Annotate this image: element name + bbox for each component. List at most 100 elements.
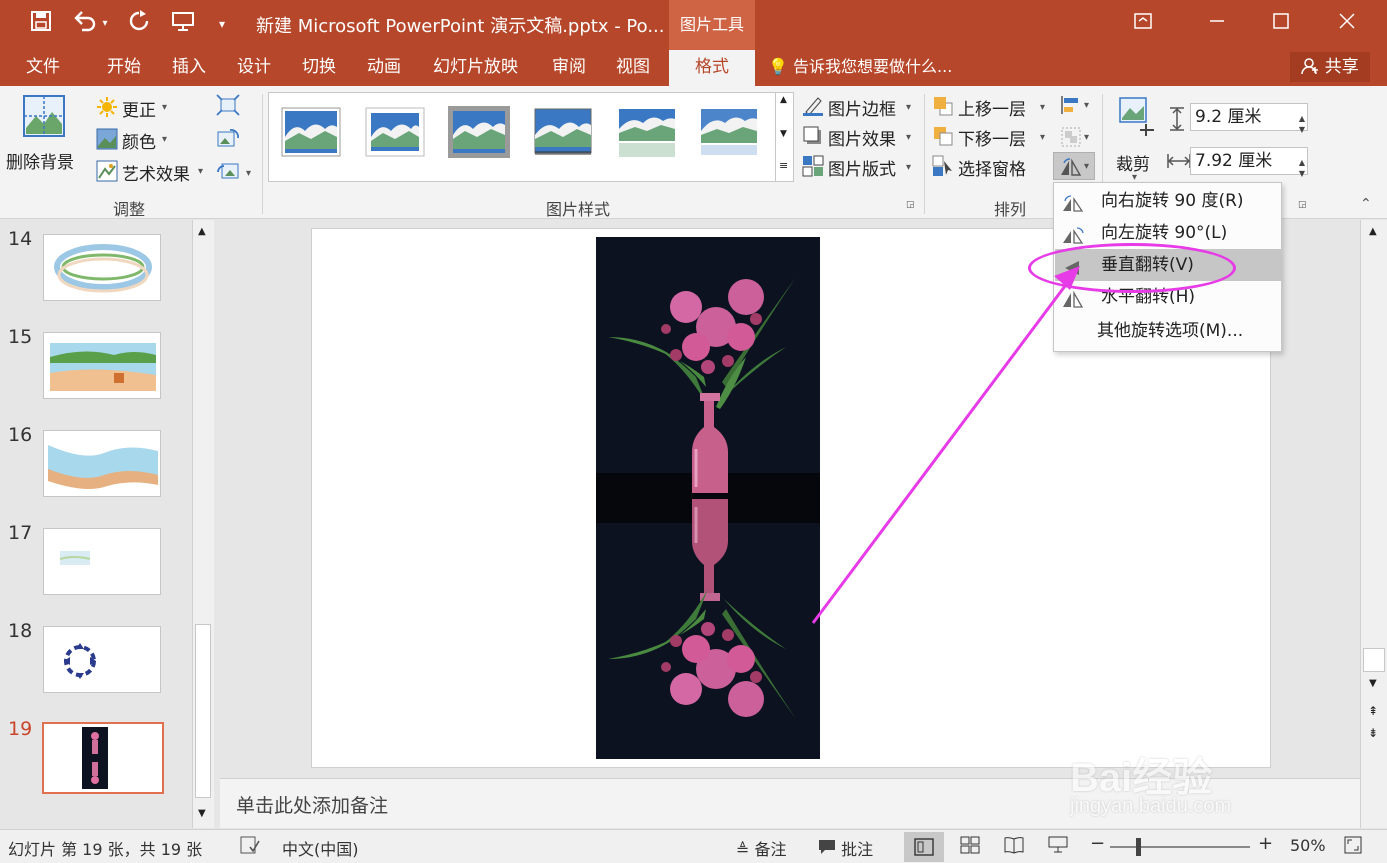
menu-more-rotation[interactable]: 其他旋转选项(M)... (1055, 315, 1281, 347)
previous-slide-icon[interactable]: ⇞ (1368, 704, 1378, 718)
style-thumb[interactable] (447, 105, 510, 158)
chevron-down-icon: ▾ (906, 132, 912, 143)
scroll-thumb[interactable] (195, 624, 211, 798)
tab-slideshow[interactable]: 幻灯片放映 (433, 50, 518, 86)
editor-scrollbar[interactable]: ▲ ▼ ⇞ ⇟ (1360, 220, 1387, 828)
remove-background-button[interactable]: 删除背景 (4, 92, 84, 173)
zoom-slider-handle[interactable] (1136, 838, 1141, 856)
slide-thumbnail[interactable] (43, 430, 161, 497)
align-icon[interactable] (1060, 94, 1082, 114)
send-backward-button[interactable]: 下移一层 ▾ (930, 124, 1054, 150)
color-button[interactable]: 颜色 ▾ (94, 126, 184, 153)
customize-qat-icon[interactable]: ▾ (214, 10, 230, 38)
dialog-launcher-icon[interactable]: ◲ (906, 200, 915, 210)
zoom-slider[interactable] (1110, 846, 1250, 848)
gallery-down-icon[interactable]: ▼ (780, 129, 787, 139)
tab-transitions[interactable]: 切换 (302, 50, 336, 86)
selection-pane-button[interactable]: 选择窗格 (930, 154, 1054, 180)
scroll-down-icon[interactable]: ▼ (1369, 678, 1377, 689)
slide-thumbnail[interactable] (43, 528, 161, 595)
gallery-more-icon[interactable]: ≡ (779, 159, 788, 172)
style-thumb[interactable] (617, 107, 677, 157)
corrections-label: 更正 (122, 101, 156, 121)
undo-dropdown-icon[interactable]: ▾ (98, 10, 112, 38)
tell-me-search[interactable]: 💡 告诉我您想要做什么... (768, 50, 952, 86)
tab-home[interactable]: 开始 (107, 50, 141, 86)
next-slide-icon[interactable]: ⇟ (1368, 726, 1378, 740)
picture-layout-button[interactable]: 图片版式 ▾ (800, 154, 920, 180)
style-thumb[interactable] (365, 107, 425, 157)
notes-toggle[interactable]: ≜ 备注 (736, 836, 787, 860)
reading-view-icon[interactable] (1004, 836, 1024, 858)
chevron-down-icon[interactable]: ▾ (1084, 132, 1089, 143)
share-button[interactable]: 共享 (1290, 52, 1370, 82)
zoom-out-icon[interactable]: − (1090, 833, 1105, 854)
compress-pictures-icon[interactable] (216, 94, 240, 116)
shape-width-icon (1166, 150, 1191, 170)
crop-button[interactable]: 裁剪 ▾ (1108, 92, 1164, 183)
zoom-in-icon[interactable]: + (1258, 833, 1273, 854)
spin-down-icon[interactable]: ▼ (1299, 161, 1305, 187)
shape-width-input[interactable]: 7.92 厘米 ▲ ▼ (1190, 147, 1308, 178)
tab-view[interactable]: 视图 (616, 50, 650, 86)
thumbnail-scrollbar[interactable]: ▲ ▼ (192, 220, 214, 828)
picture-effects-button[interactable]: 图片效果 ▾ (800, 124, 920, 150)
picture-border-button[interactable]: 图片边框 ▾ (800, 94, 920, 120)
group-separator (924, 94, 925, 214)
slide-thumbnail[interactable] (43, 332, 161, 399)
tab-design[interactable]: 设计 (237, 50, 271, 86)
slide-counter: 幻灯片 第 19 张，共 19 张 (8, 840, 203, 859)
fit-to-window-icon[interactable] (1344, 836, 1362, 858)
tab-format[interactable]: 格式 (669, 50, 755, 86)
flower-vase-picture[interactable] (596, 237, 820, 759)
style-thumb[interactable] (699, 107, 759, 157)
close-icon[interactable] (1330, 8, 1364, 40)
chevron-down-icon[interactable]: ▾ (1084, 100, 1089, 111)
artistic-effects-button[interactable]: 艺术效果 ▾ (94, 158, 210, 185)
menu-rotate-right[interactable]: 向右旋转 90 度(R) (1055, 185, 1281, 217)
collapse-ribbon-icon[interactable]: ⌃ (1360, 196, 1372, 212)
tab-file[interactable]: 文件 (26, 50, 60, 86)
chevron-down-icon[interactable]: ▾ (246, 168, 251, 179)
group-objects-icon[interactable] (1060, 126, 1082, 147)
scroll-down-icon[interactable]: ▼ (198, 808, 206, 819)
slide-thumbnail[interactable] (43, 626, 161, 693)
tab-insert[interactable]: 插入 (172, 50, 206, 86)
slide-sorter-icon[interactable] (960, 836, 980, 858)
undo-icon[interactable] (72, 10, 98, 38)
gallery-up-icon[interactable]: ▲ (780, 95, 787, 105)
slide-thumbnail[interactable] (43, 234, 161, 301)
tab-animations[interactable]: 动画 (367, 50, 401, 86)
normal-view-button[interactable] (904, 832, 944, 862)
reset-picture-icon[interactable] (216, 160, 239, 180)
bring-forward-icon (932, 95, 954, 116)
picture-styles-gallery[interactable] (268, 92, 776, 182)
tab-review[interactable]: 审阅 (552, 50, 586, 86)
baidu-watermark: Bai经验 jingyan.baidu.com (1062, 745, 1322, 825)
language-indicator[interactable]: 中文(中国) (282, 836, 359, 860)
maximize-icon[interactable] (1264, 8, 1298, 40)
slide-thumbnail-selected[interactable] (42, 722, 164, 794)
style-thumb[interactable] (533, 107, 593, 157)
redo-icon[interactable] (126, 10, 152, 38)
zoom-level[interactable]: 50% (1290, 836, 1326, 855)
dialog-launcher-icon[interactable]: ◲ (1298, 200, 1307, 210)
shape-height-input[interactable]: 9.2 厘米 ▲ ▼ (1190, 103, 1308, 134)
corrections-button[interactable]: 更正 ▾ (94, 94, 184, 121)
scroll-up-icon[interactable]: ▲ (198, 226, 206, 237)
minimize-icon[interactable] (1200, 8, 1234, 40)
style-thumb[interactable] (281, 107, 341, 157)
scroll-thumb[interactable] (1363, 648, 1385, 672)
spin-down-icon[interactable]: ▼ (1299, 117, 1305, 143)
change-picture-icon[interactable] (216, 128, 239, 148)
rotate-button[interactable]: ▾ (1053, 152, 1095, 180)
presentation-icon[interactable] (170, 10, 196, 38)
save-icon[interactable] (28, 10, 54, 38)
comments-toggle[interactable]: 批注 (818, 836, 873, 860)
ribbon-display-icon[interactable] (1126, 8, 1160, 40)
slideshow-view-icon[interactable] (1048, 836, 1068, 858)
bring-forward-button[interactable]: 上移一层 ▾ (930, 94, 1054, 120)
scroll-up-icon[interactable]: ▲ (1369, 226, 1377, 237)
send-backward-label: 下移一层 (958, 130, 1026, 150)
spell-check-icon[interactable] (240, 836, 260, 858)
